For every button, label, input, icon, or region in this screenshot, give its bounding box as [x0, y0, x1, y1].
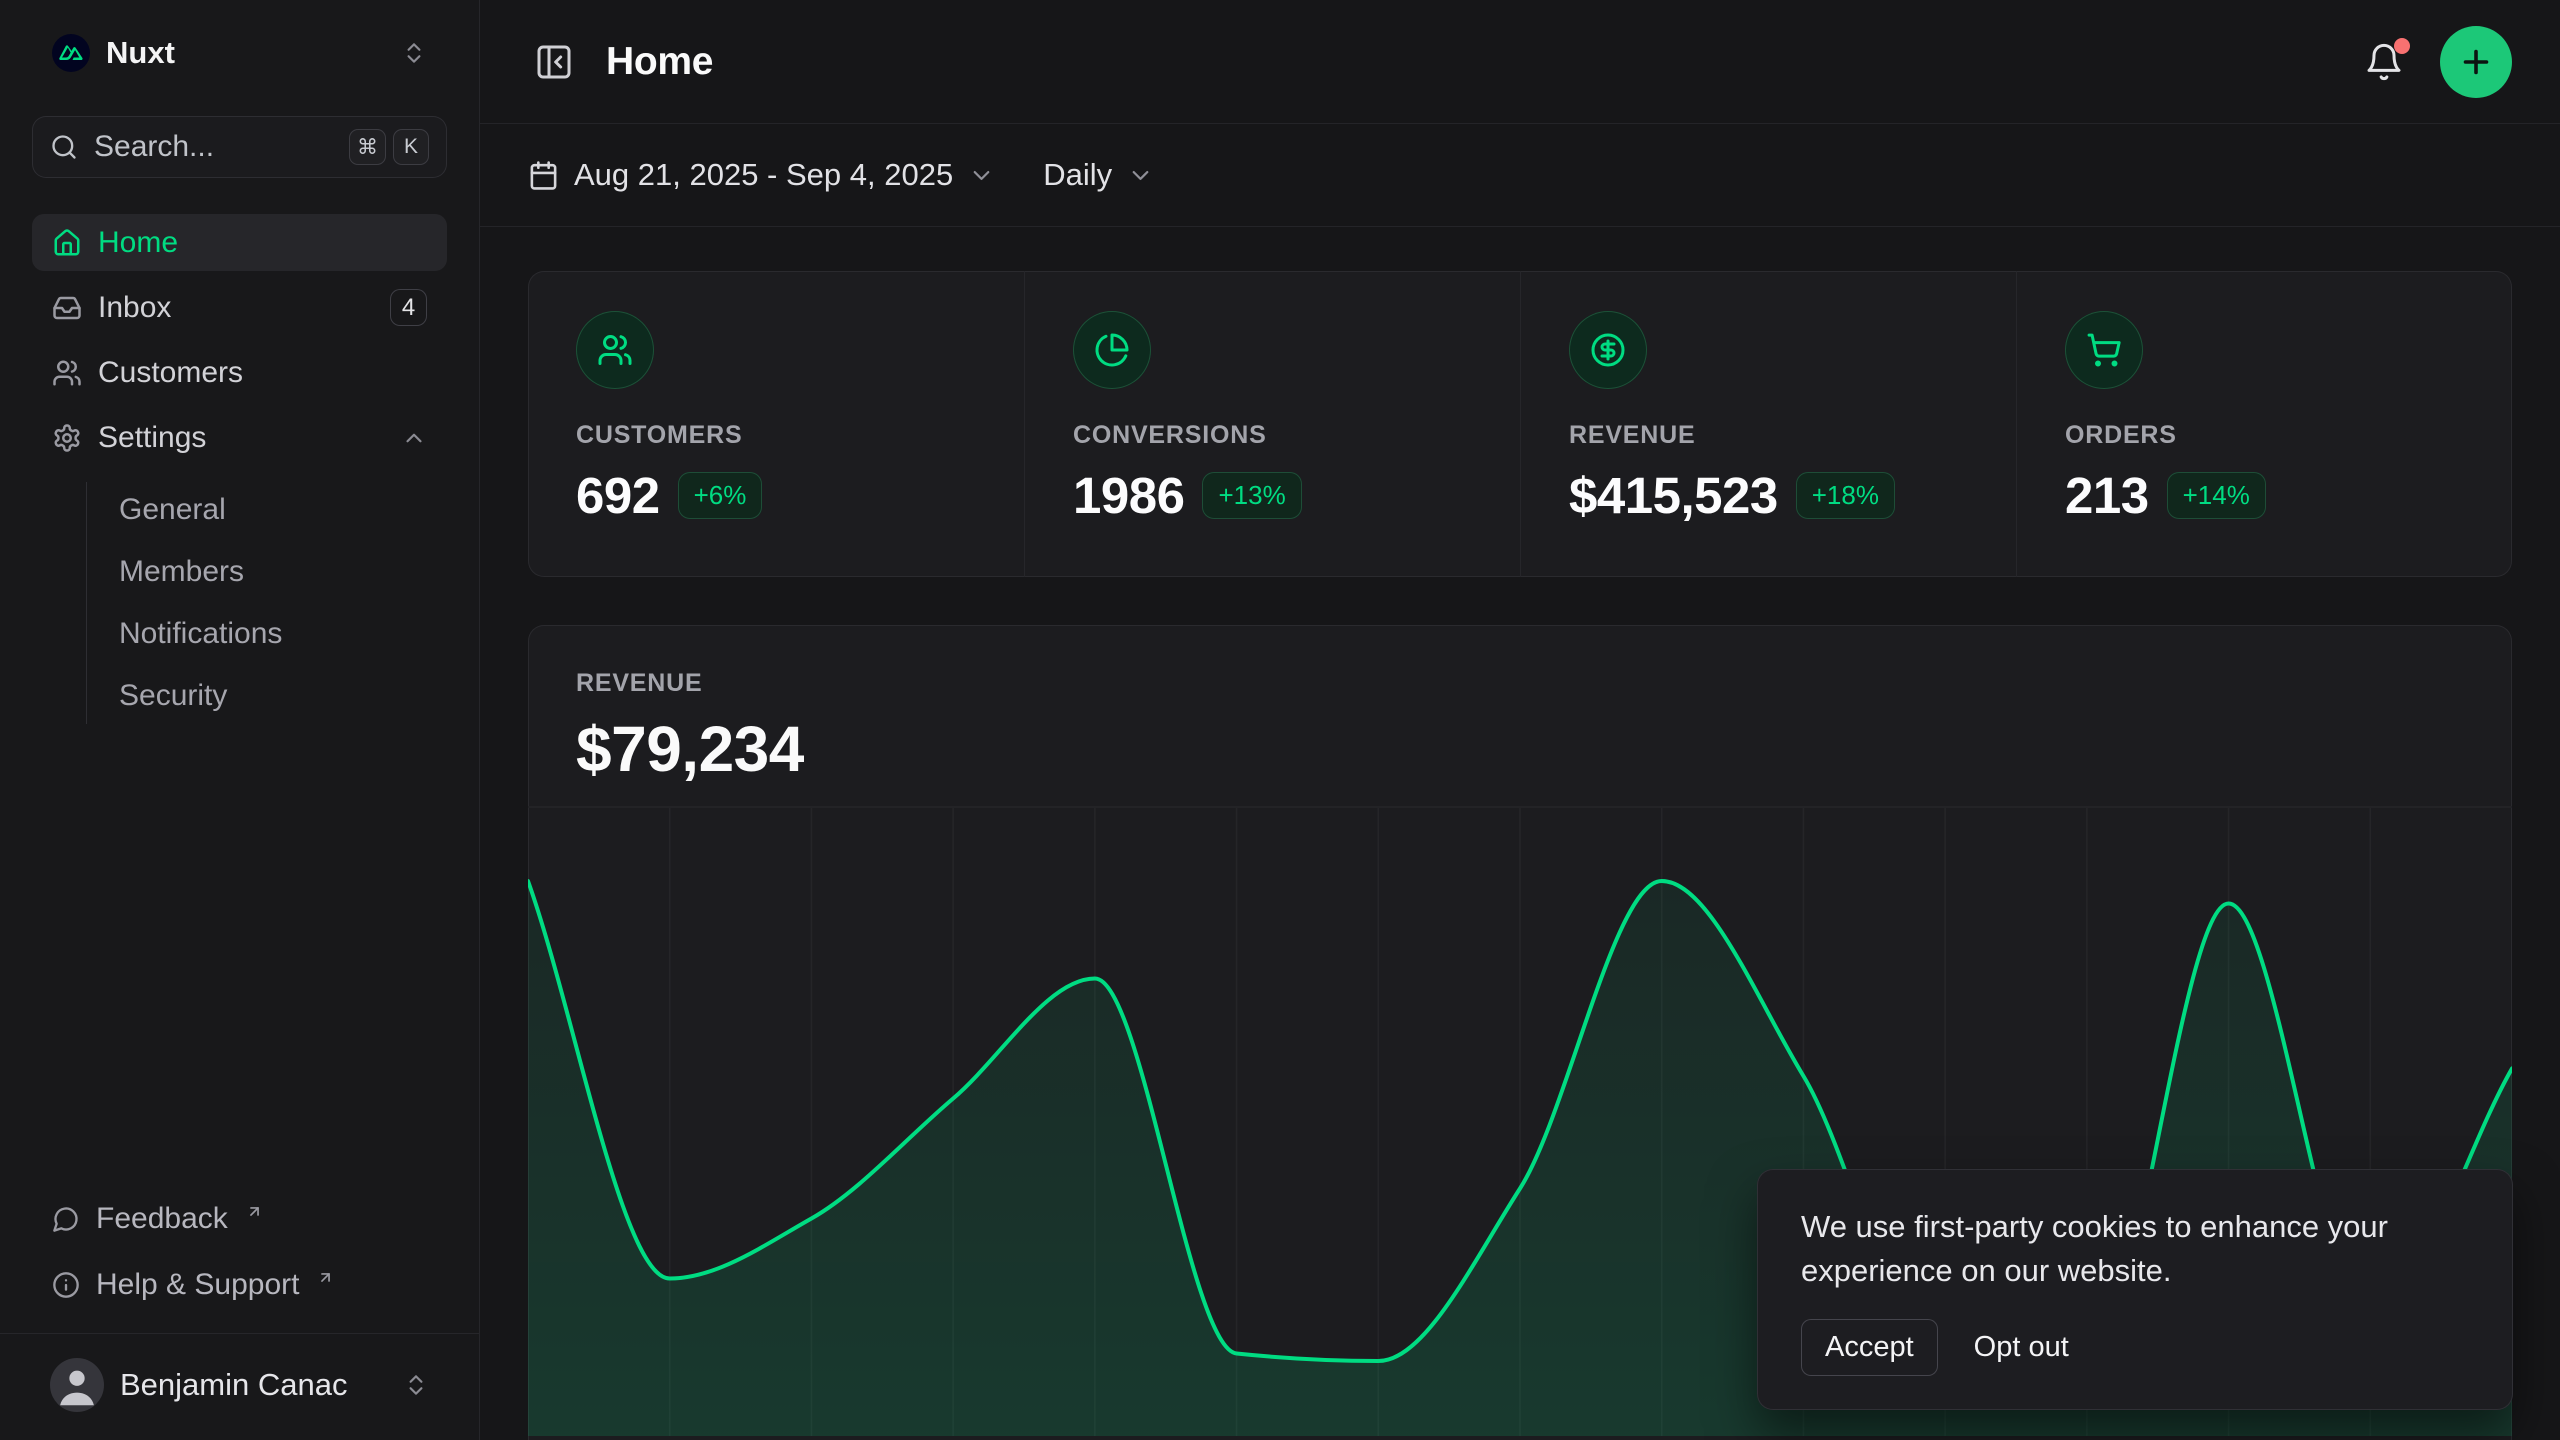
search-input[interactable]: Search... ⌘ K: [32, 116, 447, 178]
chevron-up-icon: [401, 425, 427, 451]
page-header: Home: [480, 0, 2560, 124]
nuxt-logo-icon: [52, 34, 90, 72]
date-range-label: Aug 21, 2025 - Sep 4, 2025: [574, 157, 953, 193]
pie-chart-icon: [1073, 311, 1151, 389]
panel-left-close-icon: [534, 42, 574, 82]
message-circle-icon: [52, 1205, 80, 1233]
stat-delta-badge: +13%: [1202, 472, 1301, 519]
user-name: Benjamin Canac: [120, 1367, 347, 1403]
chevrons-up-down-icon: [401, 40, 427, 66]
stat-label: ORDERS: [2065, 421, 2464, 450]
sidebar-item-label: Customers: [98, 356, 243, 390]
sidebar-divider: [0, 1333, 479, 1334]
granularity-label: Daily: [1043, 157, 1112, 193]
stat-label: REVENUE: [1569, 421, 1968, 450]
sidebar-footer-nav: Feedback Help & Support: [32, 1189, 447, 1315]
chevron-down-icon: [968, 162, 995, 189]
date-range-picker[interactable]: Aug 21, 2025 - Sep 4, 2025: [528, 157, 995, 193]
plus-icon: [2458, 44, 2494, 80]
sidebar-item-label: Settings: [98, 421, 206, 455]
stat-revenue: REVENUE $415,523 +18%: [1520, 271, 2016, 577]
chevron-down-icon: [1127, 162, 1154, 189]
search-shortcut: ⌘ K: [349, 129, 429, 165]
cookie-actions: Accept Opt out: [1801, 1319, 2469, 1376]
opt-out-button[interactable]: Opt out: [1974, 1319, 2069, 1376]
page-title: Home: [606, 40, 713, 84]
sidebar-item-customers[interactable]: Customers: [32, 344, 447, 401]
kbd-cmd: ⌘: [349, 129, 386, 165]
notifications-button[interactable]: [2358, 36, 2410, 88]
sidebar-item-home[interactable]: Home: [32, 214, 447, 271]
shopping-cart-icon: [2065, 311, 2143, 389]
add-button[interactable]: [2440, 26, 2512, 98]
sidebar-item-label: Home: [98, 226, 178, 260]
sidebar-item-help-support[interactable]: Help & Support: [32, 1255, 447, 1315]
info-circle-icon: [52, 1271, 80, 1299]
header-actions: [2358, 26, 2512, 98]
revenue-chart-value: $79,234: [576, 712, 2464, 786]
house-icon: [52, 228, 82, 258]
stat-orders: ORDERS 213 +14%: [2016, 271, 2512, 577]
sidebar-collapse-button[interactable]: [528, 36, 580, 88]
brand-name: Nuxt: [106, 35, 175, 71]
sidebar-nav: Home Inbox 4 Customers Settings: [32, 214, 447, 726]
search-placeholder: Search...: [94, 130, 214, 164]
notification-dot: [2394, 38, 2410, 54]
user-menu-button[interactable]: Benjamin Canac: [32, 1352, 447, 1418]
sidebar-item-members[interactable]: Members: [103, 544, 447, 600]
sidebar-item-label: Inbox: [98, 291, 171, 325]
stat-value: 213: [2065, 466, 2149, 525]
stats-card: CUSTOMERS 692 +6% CONVERSIONS 1986 +13%: [528, 271, 2512, 577]
stat-value: 692: [576, 466, 660, 525]
search-icon: [50, 133, 78, 161]
stat-delta-badge: +18%: [1796, 472, 1895, 519]
sidebar-item-settings[interactable]: Settings: [32, 409, 447, 466]
sidebar: Nuxt Search... ⌘ K Home: [0, 0, 480, 1440]
users-icon: [576, 311, 654, 389]
sidebar-item-inbox[interactable]: Inbox 4: [32, 279, 447, 336]
sidebar-item-feedback[interactable]: Feedback: [32, 1189, 447, 1249]
stat-label: CONVERSIONS: [1073, 421, 1472, 450]
app-root: Nuxt Search... ⌘ K Home: [0, 0, 2560, 1440]
calendar-icon: [528, 160, 559, 191]
inbox-icon: [52, 293, 82, 323]
avatar: [50, 1358, 104, 1412]
sidebar-item-general[interactable]: General: [103, 482, 447, 538]
filters-toolbar: Aug 21, 2025 - Sep 4, 2025 Daily: [480, 124, 2560, 227]
stat-value: 1986: [1073, 466, 1184, 525]
footer-item-label: Feedback: [96, 1202, 228, 1236]
users-icon: [52, 358, 82, 388]
kbd-k: K: [393, 129, 429, 165]
stat-label: CUSTOMERS: [576, 421, 976, 450]
revenue-chart-label: REVENUE: [576, 669, 2464, 698]
footer-item-label: Help & Support: [96, 1268, 299, 1302]
chevrons-up-down-icon: [403, 1372, 429, 1398]
revenue-chart-header: REVENUE $79,234: [528, 625, 2512, 786]
granularity-select[interactable]: Daily: [1043, 157, 1154, 193]
circle-dollar-icon: [1569, 311, 1647, 389]
inbox-count-badge: 4: [390, 289, 427, 326]
stat-value: $415,523: [1569, 466, 1778, 525]
gear-icon: [52, 423, 82, 453]
sidebar-item-security[interactable]: Security: [103, 668, 447, 724]
team-switcher-button[interactable]: Nuxt: [32, 24, 447, 82]
stat-customers: CUSTOMERS 692 +6%: [528, 271, 1024, 577]
stat-delta-badge: +6%: [678, 472, 763, 519]
stat-delta-badge: +14%: [2167, 472, 2266, 519]
stat-conversions: CONVERSIONS 1986 +13%: [1024, 271, 1520, 577]
sidebar-spacer: [32, 726, 447, 1189]
settings-subnav: General Members Notifications Security: [86, 482, 447, 724]
external-link-icon: [246, 1203, 263, 1220]
accept-button[interactable]: Accept: [1801, 1319, 1938, 1376]
external-link-icon: [317, 1269, 334, 1286]
sidebar-item-notifications[interactable]: Notifications: [103, 606, 447, 662]
cookie-banner: We use first-party cookies to enhance yo…: [1757, 1169, 2513, 1410]
cookie-message: We use first-party cookies to enhance yo…: [1801, 1205, 2469, 1293]
